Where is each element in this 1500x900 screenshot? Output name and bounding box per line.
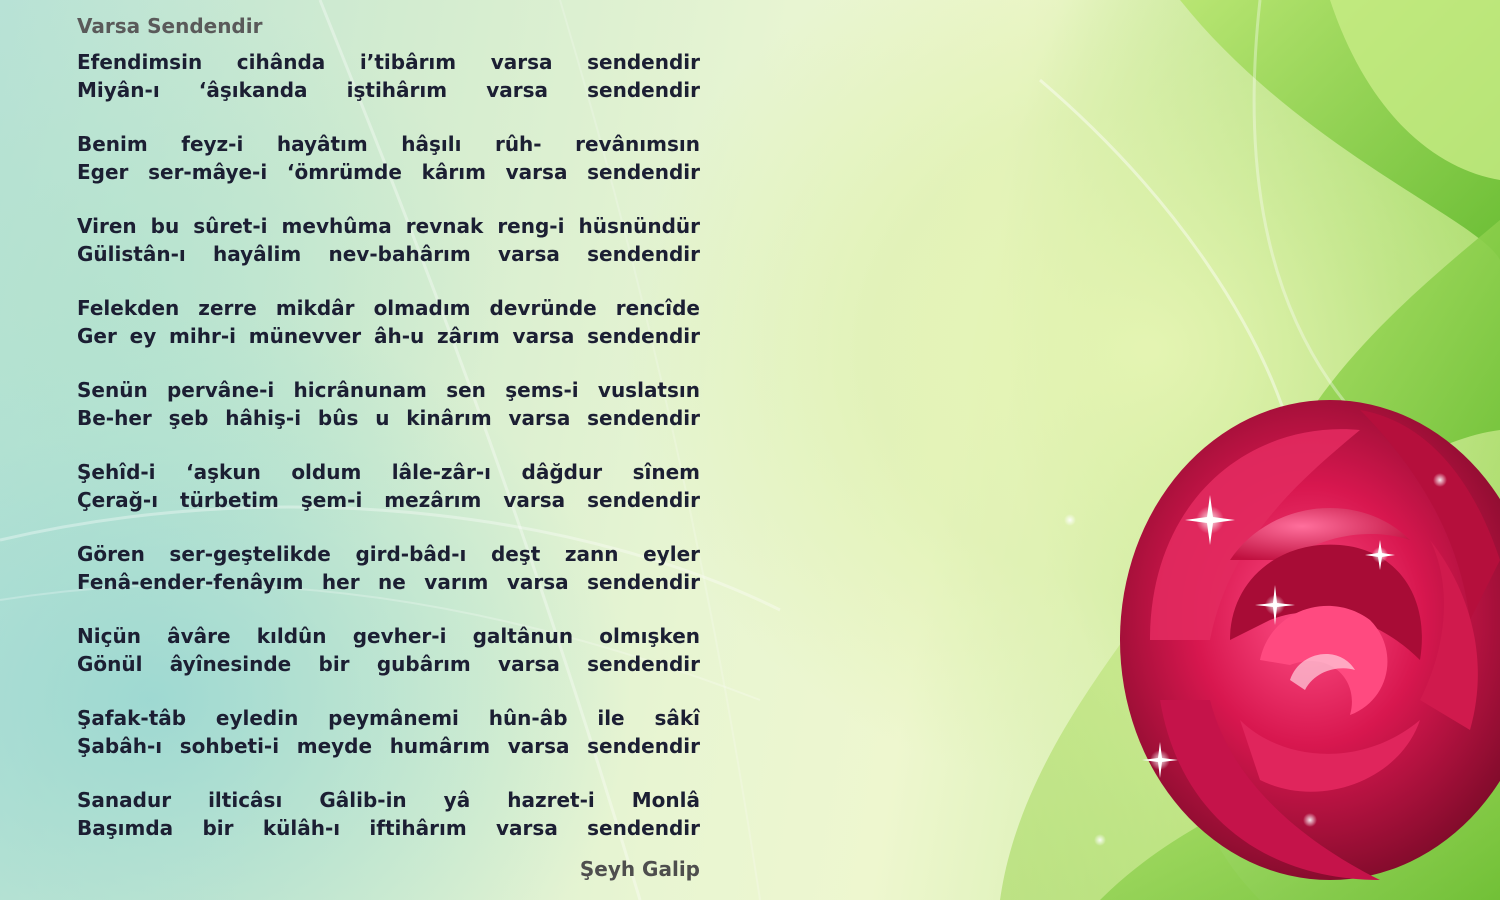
stanza: Benim feyz-i hayâtım hâşılı rûh- revânım…: [77, 131, 700, 186]
verse-line: Şafak-tâb eyledin peymânemi hûn-âb ile s…: [77, 706, 700, 730]
poem-stanzas: Efendimsin cihânda i’tibârım varsa sende…: [77, 49, 700, 842]
verse-line: Fenâ-ender-fenâyım her ne varım varsa se…: [77, 569, 700, 594]
verse-line: Gülistân-ı hayâlim nev-bahârım varsa sen…: [77, 241, 700, 266]
verse-line: Eger ser-mâye-i ‘ömrümde kârım varsa sen…: [77, 159, 700, 184]
stanza: Şafak-tâb eyledin peymânemi hûn-âb ile s…: [77, 705, 700, 760]
verse-line: Felekden zerre mikdâr olmadım devründe r…: [77, 296, 700, 320]
poem-title: Varsa Sendendir: [77, 14, 263, 38]
stanza: Şehîd-i ‘aşkun oldum lâle-zâr-ı dâğdur s…: [77, 459, 700, 514]
verse-line: Efendimsin cihânda i’tibârım varsa sende…: [77, 50, 700, 74]
verse-line: Şabâh-ı sohbeti-i meyde humârım varsa se…: [77, 733, 700, 758]
verse-line: Be-her şeb hâhiş-i bûs u kinârım varsa s…: [77, 405, 700, 430]
verse-line: Niçün âvâre kıldûn gevher-i galtânun olm…: [77, 624, 700, 648]
stanza: Sanadur ilticâsı Gâlib-in yâ hazret-i Mo…: [77, 787, 700, 842]
verse-line: Viren bu sûret-i mevhûma revnak reng-i h…: [77, 214, 700, 238]
verse-line: Ger ey mihr-i münevver âh-u zârım varsa …: [77, 323, 700, 348]
stanza: Efendimsin cihânda i’tibârım varsa sende…: [77, 49, 700, 104]
verse-line: Gören ser-geştelikde gird-bâd-ı deşt zan…: [77, 542, 700, 566]
verse-line: Benim feyz-i hayâtım hâşılı rûh- revânım…: [77, 132, 700, 156]
verse-line: Miyân-ı ‘âşıkanda iştihârım varsa senden…: [77, 77, 700, 102]
verse-line: Sanadur ilticâsı Gâlib-in yâ hazret-i Mo…: [77, 788, 700, 812]
poem-author: Şeyh Galip: [579, 857, 700, 881]
stanza: Viren bu sûret-i mevhûma revnak reng-i h…: [77, 213, 700, 268]
poem: Varsa Sendendir Efendimsin cihânda i’tib…: [77, 12, 700, 869]
verse-line: Çerağ-ı türbetim şem-i mezârım varsa sen…: [77, 487, 700, 512]
stanza: Gören ser-geştelikde gird-bâd-ı deşt zan…: [77, 541, 700, 596]
stanza: Niçün âvâre kıldûn gevher-i galtânun olm…: [77, 623, 700, 678]
verse-line: Başımda bir külâh-ı iftihârım varsa send…: [77, 815, 700, 840]
verse-line: Senün pervâne-i hicrânunam sen şems-i vu…: [77, 378, 700, 402]
stanza: Senün pervâne-i hicrânunam sen şems-i vu…: [77, 377, 700, 432]
stanza: Felekden zerre mikdâr olmadım devründe r…: [77, 295, 700, 350]
verse-line: Gönül âyînesinde bir gubârım varsa sende…: [77, 651, 700, 676]
verse-line: Şehîd-i ‘aşkun oldum lâle-zâr-ı dâğdur s…: [77, 460, 700, 484]
